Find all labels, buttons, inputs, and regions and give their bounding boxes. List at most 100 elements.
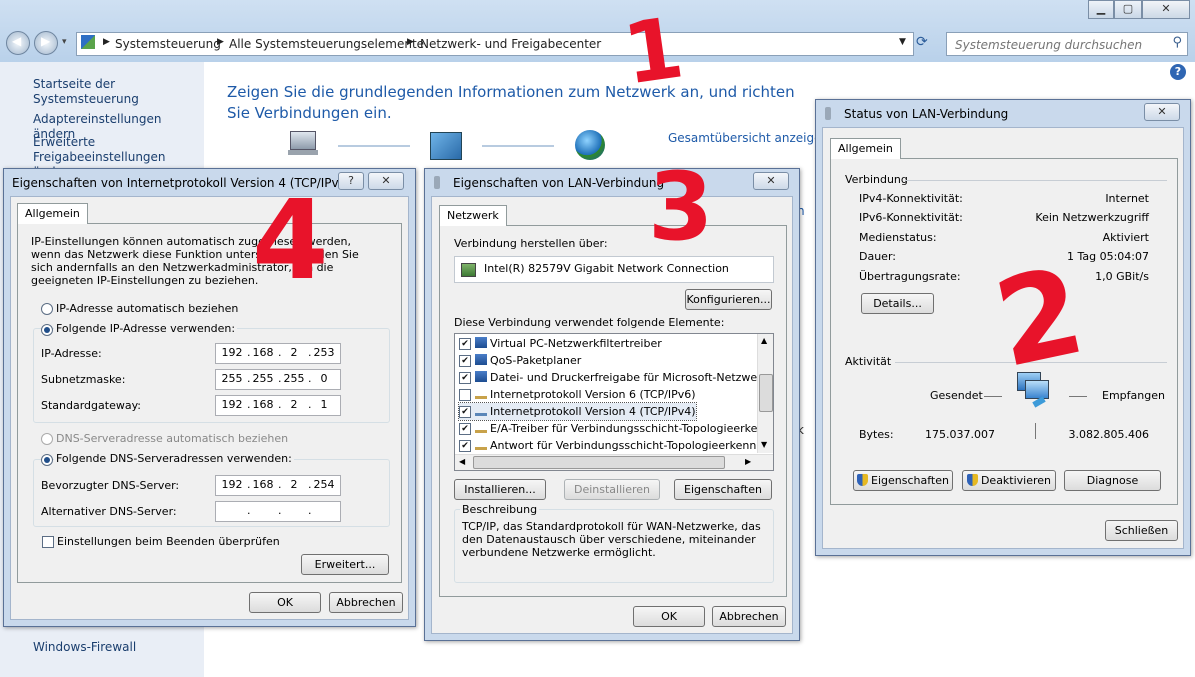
subnet-mask-field[interactable]: 255. 255. 255. 0 [215, 369, 341, 390]
search-input[interactable] [953, 35, 1169, 55]
close-button[interactable]: ✕ [753, 172, 789, 190]
ip-octet[interactable]: 0 [312, 370, 336, 388]
breadcrumb-item[interactable]: Alle Systemsteuerungselemente [229, 37, 424, 51]
details-button[interactable]: Details... [861, 293, 934, 314]
tab-general[interactable]: Allgemein [17, 203, 88, 224]
radio-manual-ip[interactable] [41, 324, 53, 336]
radio-manual-dns[interactable] [41, 454, 53, 466]
list-item[interactable]: Internetprotokoll Version 6 (TCP/IPv6) [459, 386, 696, 403]
ip-octet[interactable]: 168 [251, 476, 275, 494]
ip-octet[interactable]: 168 [251, 396, 275, 414]
close-button[interactable]: ✕ [1142, 0, 1190, 19]
radio-auto-ip-label[interactable]: IP-Adresse automatisch beziehen [56, 302, 238, 315]
preferred-dns-field[interactable]: 192. 168. 2. 254 [215, 475, 341, 496]
back-button[interactable]: ◀ [6, 31, 30, 55]
dialog-body: Netzwerk Verbindung herstellen über: Int… [431, 196, 793, 634]
horizontal-scrollbar[interactable]: ◀ ▶ [455, 454, 773, 470]
ip-octet[interactable]: 192 [220, 396, 244, 414]
ip-octet[interactable]: 192 [220, 344, 244, 362]
ip-octet[interactable]: 255 [220, 370, 244, 388]
ip-octet[interactable]: 2 [282, 476, 306, 494]
list-item[interactable]: QoS-Paketplaner [459, 352, 581, 369]
ip-octet[interactable]: 253 [312, 344, 336, 362]
alternate-dns-field[interactable]: ... [215, 501, 341, 522]
list-item[interactable]: E/A-Treiber für Verbindungsschicht-Topol… [459, 420, 773, 437]
scrollbar-thumb[interactable] [759, 374, 773, 412]
configure-button[interactable]: Konfigurieren... [685, 289, 772, 310]
refresh-icon[interactable]: ⟳ [916, 34, 928, 50]
radio-manual-dns-label[interactable]: Folgende DNS-Serveradressen verwenden: [54, 452, 294, 465]
disable-button[interactable]: Deaktivieren [962, 470, 1056, 491]
radio-auto-dns-label[interactable]: DNS-Serveradresse automatisch beziehen [56, 432, 288, 445]
properties-button[interactable]: Eigenschaften [674, 479, 772, 500]
list-item[interactable]: Datei- und Druckerfreigabe für Microsoft… [459, 369, 773, 386]
component-checkbox[interactable] [459, 423, 471, 435]
close-button[interactable]: ✕ [1144, 103, 1180, 121]
component-checkbox[interactable] [459, 338, 471, 350]
overview-link[interactable]: Gesamtübersicht anzeigen [668, 131, 829, 145]
sidebar-link-firewall[interactable]: Windows-Firewall [33, 640, 136, 655]
status-row-label: Übertragungsrate: [859, 270, 961, 283]
radio-auto-dns[interactable] [41, 433, 53, 445]
ip-octet[interactable]: 255 [282, 370, 306, 388]
scroll-up-icon[interactable]: ▲ [761, 336, 767, 345]
ip-octet[interactable]: 1 [312, 396, 336, 414]
ip-octet[interactable]: 254 [312, 476, 336, 494]
protocol-icon [475, 447, 487, 450]
ip-octet[interactable]: 2 [282, 344, 306, 362]
minimize-button[interactable]: ▁ [1088, 0, 1114, 19]
breadcrumb-item[interactable]: Netzwerk- und Freigabecenter [420, 37, 601, 51]
component-checkbox[interactable] [459, 372, 471, 384]
close-dialog-button[interactable]: Schließen [1105, 520, 1178, 541]
recent-pages-dropdown[interactable]: ▾ [62, 37, 67, 47]
component-checkbox[interactable] [459, 389, 471, 401]
general-tab-panel: Verbindung IPv4-Konnektivität: Internet … [830, 158, 1178, 505]
list-item[interactable]: Virtual PC-Netzwerkfiltertreiber [459, 335, 662, 352]
advanced-button[interactable]: Erweitert... [301, 554, 389, 575]
list-item-selected[interactable]: Internetprotokoll Version 4 (TCP/IPv4) [458, 402, 697, 421]
ip-octet[interactable]: 168 [251, 344, 275, 362]
vertical-scrollbar[interactable]: ▲ ▼ [757, 334, 773, 453]
ip-address-field[interactable]: 192. 168. 2. 253 [215, 343, 341, 364]
ip-octet[interactable]: 192 [220, 476, 244, 494]
validate-on-exit-label[interactable]: Einstellungen beim Beenden überprüfen [57, 535, 280, 548]
radio-manual-ip-label[interactable]: Folgende IP-Adresse verwenden: [54, 322, 238, 335]
scrollbar-thumb[interactable] [473, 456, 725, 469]
scroll-right-icon[interactable]: ▶ [745, 457, 751, 466]
cancel-button[interactable]: Abbrechen [712, 606, 786, 627]
status-properties-button[interactable]: Eigenschaften [853, 470, 953, 491]
scroll-left-icon[interactable]: ◀ [459, 457, 465, 466]
help-button[interactable]: ? [338, 172, 364, 190]
search-icon[interactable]: ⚲ [1172, 35, 1182, 50]
help-icon[interactable]: ? [1170, 64, 1186, 80]
scroll-down-icon[interactable]: ▼ [761, 440, 767, 449]
ok-button[interactable]: OK [249, 592, 321, 613]
ok-button[interactable]: OK [633, 606, 705, 627]
diagnose-button[interactable]: Diagnose [1064, 470, 1161, 491]
cancel-button[interactable]: Abbrechen [329, 592, 403, 613]
activity-line [1069, 396, 1087, 397]
maximize-button[interactable]: ▢ [1114, 0, 1142, 19]
component-checkbox[interactable] [459, 406, 471, 418]
validate-on-exit-checkbox[interactable] [42, 536, 54, 548]
component-checkbox[interactable] [459, 355, 471, 367]
address-bar[interactable]: ▶ Systemsteuerung ▶ Alle Systemsteuerung… [76, 32, 914, 56]
breadcrumb-item[interactable]: Systemsteuerung [115, 37, 221, 51]
install-button[interactable]: Installieren... [454, 479, 546, 500]
uninstall-button[interactable]: Deinstallieren [564, 479, 660, 500]
components-list[interactable]: Virtual PC-Netzwerkfiltertreiber QoS-Pak… [454, 333, 774, 471]
button-label: Eigenschaften [871, 474, 949, 487]
search-box[interactable]: ⚲ [946, 32, 1188, 56]
address-dropdown-icon[interactable]: ▼ [899, 37, 906, 47]
sidebar-link-home[interactable]: Startseite der Systemsteuerung [33, 77, 204, 107]
ip-octet[interactable]: 255 [251, 370, 275, 388]
ip-octet[interactable]: 2 [282, 396, 306, 414]
gateway-field[interactable]: 192. 168. 2. 1 [215, 395, 341, 416]
list-item[interactable]: Antwort für Verbindungsschicht-Topologie… [459, 437, 773, 454]
forward-button[interactable]: ▶ [34, 31, 58, 55]
component-checkbox[interactable] [459, 440, 471, 452]
radio-auto-ip[interactable] [41, 303, 53, 315]
tab-general[interactable]: Allgemein [830, 138, 901, 159]
close-button[interactable]: ✕ [368, 172, 404, 190]
tab-network[interactable]: Netzwerk [439, 205, 507, 226]
